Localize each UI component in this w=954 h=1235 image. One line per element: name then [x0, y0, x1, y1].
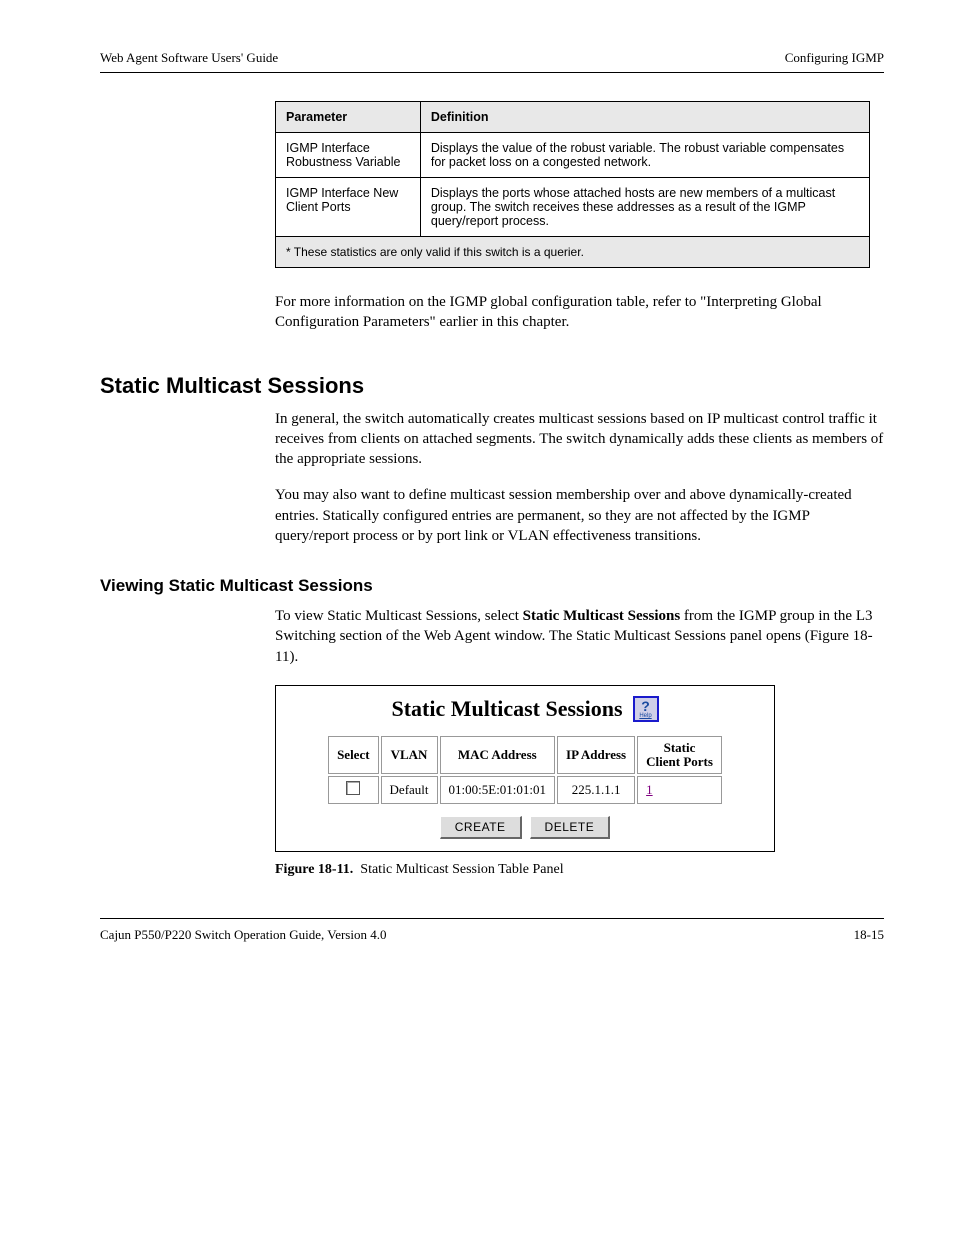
help-icon[interactable]: ? Help: [633, 696, 659, 722]
def-col-header: Definition: [420, 102, 869, 133]
select-cell: [328, 776, 378, 804]
session-row: Default 01:00:5E:01:01:01 225.1.1.1 1: [328, 776, 722, 804]
table-footnote-row: * These statistics are only valid if thi…: [276, 237, 870, 268]
param-col-header: Parameter: [276, 102, 421, 133]
figure-caption: Figure 18-11. Static Multicast Session T…: [275, 862, 884, 878]
page-header: Web Agent Software Users' Guide Configur…: [100, 50, 884, 66]
delete-button[interactable]: DELETE: [530, 816, 611, 839]
def-cell: Displays the ports whose attached hosts …: [420, 178, 869, 237]
paragraph: To view Static Multicast Sessions, selec…: [275, 606, 884, 667]
param-cell: IGMP Interface Robustness Variable: [276, 133, 421, 178]
page-footer: Cajun P550/P220 Switch Operation Guide, …: [100, 927, 884, 943]
header-left: Web Agent Software Users' Guide: [100, 50, 278, 66]
text-bold: Static Multicast Sessions: [523, 608, 681, 624]
header-rule: [100, 72, 884, 73]
sessions-table: Select VLAN MAC Address IP Address Stati…: [326, 734, 724, 807]
select-checkbox[interactable]: [346, 781, 360, 795]
create-button[interactable]: CREATE: [440, 816, 522, 839]
col-ip: IP Address: [557, 736, 635, 775]
parameter-table: Parameter Definition IGMP Interface Robu…: [275, 101, 870, 268]
table-footnote: * These statistics are only valid if thi…: [276, 237, 870, 268]
section-heading: Static Multicast Sessions: [100, 373, 884, 399]
footer-rule: [100, 918, 884, 919]
ip-cell: 225.1.1.1: [557, 776, 635, 804]
col-mac: MAC Address: [440, 736, 556, 775]
panel-title: Static Multicast Sessions: [392, 696, 623, 722]
paragraph: In general, the switch automatically cre…: [275, 409, 884, 470]
text-run: To view Static Multicast Sessions, selec…: [275, 608, 523, 624]
static-multicast-panel: Static Multicast Sessions ? Help Select …: [275, 685, 775, 853]
ports-cell: 1: [637, 776, 722, 804]
help-icon-label: Help: [639, 713, 651, 719]
col-vlan: VLAN: [381, 736, 438, 775]
help-icon-glyph: ?: [641, 699, 650, 713]
col-ports: StaticClient Ports: [637, 736, 722, 775]
param-cell: IGMP Interface New Client Ports: [276, 178, 421, 237]
footer-right: 18-15: [854, 927, 884, 943]
header-right: Configuring IGMP: [785, 50, 884, 66]
def-cell: Displays the value of the robust variabl…: [420, 133, 869, 178]
col-select: Select: [328, 736, 378, 775]
paragraph: You may also want to define multicast se…: [275, 485, 884, 546]
paragraph: For more information on the IGMP global …: [275, 292, 884, 333]
subsection-heading: Viewing Static Multicast Sessions: [100, 576, 884, 596]
vlan-cell: Default: [381, 776, 438, 804]
static-client-ports-link[interactable]: 1: [646, 782, 713, 798]
table-row: IGMP Interface Robustness Variable Displ…: [276, 133, 870, 178]
footer-left: Cajun P550/P220 Switch Operation Guide, …: [100, 927, 386, 943]
mac-cell: 01:00:5E:01:01:01: [440, 776, 556, 804]
table-row: IGMP Interface New Client Ports Displays…: [276, 178, 870, 237]
